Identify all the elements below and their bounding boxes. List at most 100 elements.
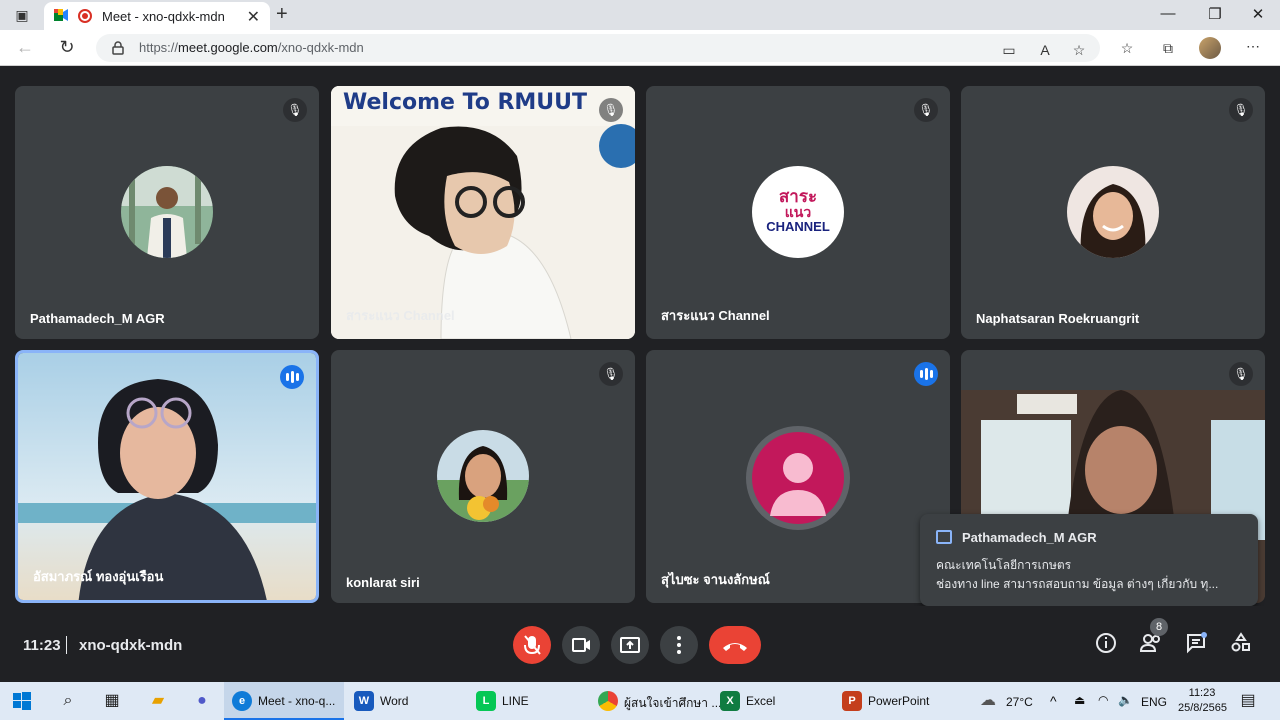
more-menu-icon[interactable]: ⋯ [1242,38,1264,55]
taskbar-app-line[interactable]: L LINE [468,682,588,720]
avatar [121,166,213,258]
avatar [437,430,529,522]
lock-icon [112,41,124,55]
meeting-details-icon[interactable] [1093,632,1119,658]
chat-message-line: คณะเทคโนโลยีการเกษตร [936,558,1072,572]
teams-icon[interactable]: ● [192,691,212,711]
recording-icon [78,9,92,23]
mic-off-icon: 🎙 [599,362,623,386]
new-tab-button[interactable]: + [276,3,288,26]
participant-tile[interactable]: 🎙 konlarat siri [331,350,635,603]
windows-start-icon[interactable] [12,691,32,711]
windows-taskbar: ⌕ ▦ ▰ ● e Meet - xno-q... W Word L LINE … [0,682,1280,720]
camera-permission-icon[interactable]: ▭ [998,42,1020,59]
address-bar-row: ← ↻ https://meet.google.com/xno-qdxk-mdn… [0,30,1280,66]
camera-icon [572,638,590,652]
participant-name: อัสมาภรณ์ ทองอุ่นเรือน [33,569,164,584]
participant-video [331,86,635,339]
chat-sender: Pathamadech_M AGR [962,530,1097,545]
avatar [1067,166,1159,258]
mic-toggle-button[interactable] [513,626,551,664]
mic-off-icon: 🎙 [914,98,938,122]
meeting-time: 11:23 [23,637,61,654]
file-explorer-icon[interactable]: ▰ [148,691,168,711]
read-aloud-icon[interactable]: A [1034,42,1056,58]
taskbar-app-chrome[interactable]: ผู้สนใจเข้าศึกษา ... [590,682,721,720]
channel-logo: สาระ แนว CHANNEL [752,166,844,258]
mic-off-icon [524,635,541,655]
more-options-button[interactable] [660,626,698,664]
unread-chat-dot [1201,632,1207,638]
present-icon [620,637,640,653]
google-meet-icon [54,9,68,21]
sidebar-toggle-icon[interactable]: ▣ [12,6,32,24]
close-window-button[interactable]: ✕ [1248,5,1268,23]
url-text: https://meet.google.com/xno-qdxk-mdn [139,40,364,55]
participant-name: Naphatsaran Roekruangrit [976,311,1140,326]
activities-icon[interactable] [1228,632,1254,658]
chrome-icon [598,691,618,711]
mic-off-icon: 🎙 [1229,362,1253,386]
browser-tab[interactable]: Meet - xno-qdxk-mdn ✕ [44,2,270,30]
line-icon: L [476,691,496,711]
present-screen-button[interactable] [611,626,649,664]
participant-name: สุไบซะ จานงลักษณ์ [661,572,770,587]
participant-tile[interactable]: Welcome To RMUUT 🎙 สาระแนว Channel [331,86,635,339]
leave-call-button[interactable] [709,626,761,664]
excel-icon: X [720,691,740,711]
meeting-code: xno-qdxk-mdn [79,637,183,654]
wifi-icon[interactable]: ◠ [1098,693,1108,707]
close-tab-icon[interactable]: ✕ [247,7,260,27]
participant-name: สาระแนว Channel [661,308,770,323]
collections-icon[interactable]: ⧉ [1157,40,1179,57]
task-view-icon[interactable]: ▦ [102,691,122,711]
default-avatar-icon [752,432,844,524]
participant-tile[interactable]: 🎙 Naphatsaran Roekruangrit [961,86,1265,339]
notification-icon[interactable]: ▤ [1238,691,1258,711]
minimize-button[interactable]: — [1158,5,1178,22]
add-favorite-icon[interactable]: ☆ [1068,42,1090,59]
people-count-badge: 8 [1150,618,1168,636]
input-language[interactable]: ENG [1141,695,1167,709]
mic-off-icon: 🎙 [1229,98,1253,122]
divider [66,636,67,654]
mic-off-icon: 🎙 [283,98,307,122]
mic-off-icon: 🎙 [599,98,623,122]
url-field[interactable]: https://meet.google.com/xno-qdxk-mdn ▭ A… [96,34,1100,62]
speaking-indicator-icon [914,362,938,386]
chevron-up-icon[interactable]: ^ [1050,693,1057,709]
profile-avatar[interactable] [1199,37,1221,59]
participant-name: สาระแนว Channel [346,308,455,323]
favorites-icon[interactable]: ☆ [1116,40,1138,57]
taskbar-app-excel[interactable]: X Excel [712,682,832,720]
system-clock[interactable]: 11:23 25/8/2565 [1178,686,1227,716]
back-arrow-icon[interactable]: ← [14,37,36,58]
edge-icon: e [232,691,252,711]
participant-name: konlarat siri [346,575,420,590]
browser-tab-bar: ▣ Meet - xno-qdxk-mdn ✕ + — ❐ ✕ [0,0,1280,30]
chat-message-toast[interactable]: Pathamadech_M AGR คณะเทคโนโลยีการเกษตร ช… [920,514,1258,606]
refresh-icon[interactable]: ↻ [56,37,78,58]
participant-name: Pathamadech_M AGR [30,311,165,326]
participant-tile[interactable]: อัสมาภรณ์ ทองอุ่นเรือน [15,350,319,603]
participant-tile[interactable]: สุไบซะ จานงลักษณ์ [646,350,950,603]
speaking-indicator-icon [280,365,304,389]
camera-toggle-button[interactable] [562,626,600,664]
usb-icon[interactable]: ⏏ [1074,693,1085,707]
taskbar-app-edge[interactable]: e Meet - xno-q... [224,682,344,720]
word-icon: W [354,691,374,711]
chat-message-line: ช่องทาง line สามารถสอบถาม ข้อมูล ต่างๆ เ… [936,577,1219,591]
taskbar-app-word[interactable]: W Word [346,682,466,720]
weather-temperature: 27°C [1006,695,1033,709]
weather-cloud-icon[interactable]: ☁ [978,691,998,711]
participant-tile[interactable]: 🎙 Pathamadech_M AGR [15,86,319,339]
powerpoint-icon: P [842,691,862,711]
taskbar-app-powerpoint[interactable]: P PowerPoint [834,682,964,720]
more-vert-icon [677,636,681,654]
search-icon[interactable]: ⌕ [58,691,78,711]
meeting-controls-bar: 11:23 xno-qdxk-mdn 8 [0,606,1280,682]
restore-button[interactable]: ❐ [1205,5,1225,23]
banner-text: Welcome To RMUUT [343,90,588,115]
volume-muted-icon[interactable]: 🔈 [1118,693,1133,707]
participant-tile[interactable]: 🎙 สาระ แนว CHANNEL สาระแนว Channel [646,86,950,339]
